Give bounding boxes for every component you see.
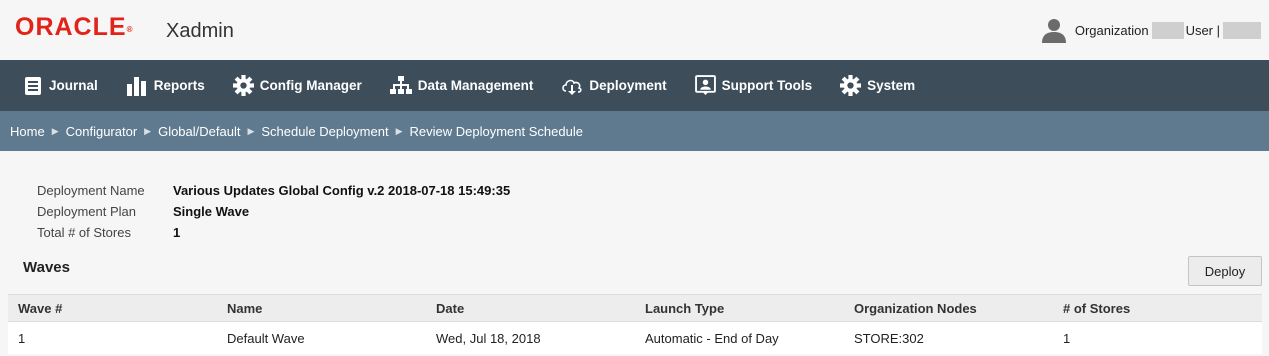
support-icon [694, 75, 716, 95]
hierarchy-icon [389, 75, 412, 94]
total-stores-label: Total # of Stores [37, 225, 131, 240]
breadcrumb-separator-icon: ▶ [144, 125, 152, 136]
nav-deployment[interactable]: Deployment [561, 76, 667, 96]
nav-system-label: System [867, 78, 916, 93]
column-header-date[interactable]: Date [426, 301, 635, 316]
column-header-wave-number[interactable]: Wave # [8, 301, 217, 316]
nav-journal-label: Journal [49, 78, 98, 93]
organization-value-redacted [1151, 21, 1184, 39]
app-header: ORACLE® Xadmin Organization User | [0, 0, 1269, 60]
detail-row-stores: Total # of Stores 1 [37, 225, 510, 246]
breadcrumb-separator-icon: ▶ [247, 125, 255, 136]
nav-config-manager[interactable]: Config Manager [232, 75, 362, 96]
nav-deployment-label: Deployment [589, 78, 667, 93]
app-name: Xadmin [166, 20, 234, 42]
detail-row-plan: Deployment Plan Single Wave [37, 204, 510, 225]
nav-system[interactable]: System [840, 75, 915, 96]
breadcrumb-configurator[interactable]: Configurator [66, 124, 138, 139]
breadcrumb-review-deployment-schedule: Review Deployment Schedule [409, 123, 583, 139]
deployment-plan-label: Deployment Plan [37, 204, 136, 219]
user-avatar-icon[interactable] [1041, 17, 1067, 43]
detail-row-name: Deployment Name Various Updates Global C… [37, 183, 510, 204]
nav-journal[interactable]: Journal [23, 76, 98, 96]
deployment-name-label: Deployment Name [37, 183, 145, 198]
column-header-organization-nodes[interactable]: Organization Nodes [844, 301, 1053, 316]
deployment-details: Deployment Name Various Updates Global C… [37, 183, 510, 246]
user-area: Organization User | [1041, 17, 1261, 43]
breadcrumb: Home ▶ Configurator ▶ Global/Default ▶ S… [0, 111, 1269, 151]
user-label: User | [1185, 22, 1220, 38]
nav-config-manager-label: Config Manager [259, 78, 362, 93]
nav-support-tools-label: Support Tools [721, 78, 813, 93]
bar-chart-icon [126, 76, 146, 96]
deployment-plan-value: Single Wave [173, 204, 250, 219]
waves-heading: Waves [23, 259, 70, 276]
journal-icon [25, 76, 41, 95]
breadcrumb-home[interactable]: Home [10, 124, 45, 139]
cell-wave-number: 1 [18, 330, 26, 346]
deploy-button[interactable]: Deploy [1188, 256, 1262, 286]
breadcrumb-schedule-deployment[interactable]: Schedule Deployment [261, 124, 388, 139]
nav-data-management-label: Data Management [417, 78, 534, 93]
user-value-redacted [1223, 21, 1261, 39]
nav-support-tools[interactable]: Support Tools [694, 75, 813, 96]
column-header-store-count[interactable]: # of Stores [1053, 301, 1262, 316]
nav-reports-label: Reports [153, 78, 205, 93]
total-stores-value: 1 [173, 225, 181, 240]
cell-launch-type: Automatic - End of Day [645, 330, 779, 346]
cell-date: Wed, Jul 18, 2018 [436, 330, 541, 346]
breadcrumb-global-default[interactable]: Global/Default [158, 124, 240, 139]
breadcrumb-separator-icon: ▶ [51, 125, 59, 136]
cell-name: Default Wave [227, 330, 305, 346]
nav-data-management[interactable]: Data Management [389, 75, 534, 96]
gear-icon [840, 75, 862, 96]
oracle-logo: ORACLE® [15, 13, 134, 41]
breadcrumb-separator-icon: ▶ [395, 125, 403, 136]
organization-label: Organization [1074, 22, 1149, 38]
main-nav: Journal Reports Config Manager Data Mana… [0, 60, 1269, 111]
cloud-download-icon [562, 79, 582, 95]
nav-reports[interactable]: Reports [126, 76, 205, 96]
table-row[interactable]: 1 Default Wave Wed, Jul 18, 2018 Automat… [8, 322, 1262, 354]
deployment-name-value: Various Updates Global Config v.2 2018-0… [173, 183, 511, 198]
column-header-launch-type[interactable]: Launch Type [635, 301, 844, 316]
cell-organization-nodes: STORE:302 [854, 330, 924, 346]
gear-icon [232, 75, 254, 96]
waves-table: Wave # Name Date Launch Type Organizatio… [8, 294, 1262, 354]
table-header: Wave # Name Date Launch Type Organizatio… [8, 294, 1262, 322]
cell-store-count: 1 [1063, 330, 1071, 346]
column-header-name[interactable]: Name [217, 301, 426, 316]
